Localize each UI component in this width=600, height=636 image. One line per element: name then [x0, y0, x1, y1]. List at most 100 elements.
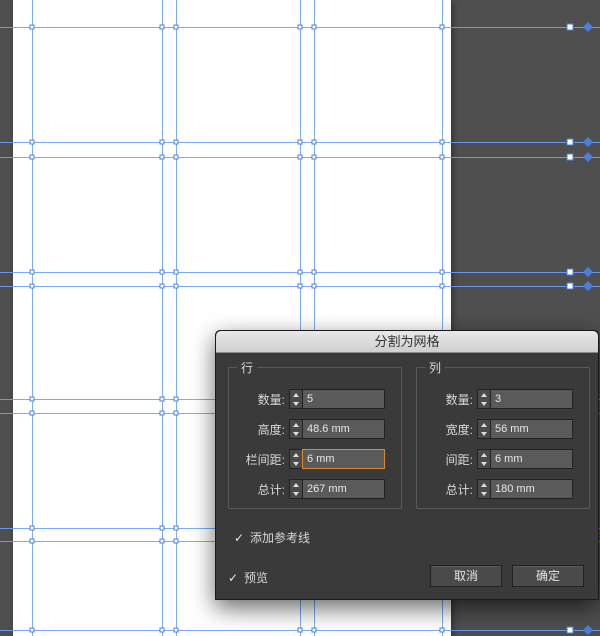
rows-count-stepper[interactable]	[289, 389, 303, 409]
rows-gap-input[interactable]	[302, 449, 385, 469]
stepper-down-icon[interactable]	[290, 429, 302, 438]
anchor-point[interactable]	[298, 140, 303, 145]
stepper-down-icon[interactable]	[290, 489, 302, 498]
stepper-down-icon[interactable]	[290, 399, 302, 408]
anchor-point[interactable]	[440, 140, 445, 145]
anchor-point[interactable]	[312, 284, 317, 289]
anchor-point[interactable]	[312, 25, 317, 30]
anchor-point[interactable]	[298, 284, 303, 289]
rows-total-input[interactable]	[303, 479, 385, 499]
cancel-button[interactable]: 取消	[430, 565, 502, 587]
rows-height-input[interactable]	[303, 419, 385, 439]
selection-handle[interactable]	[567, 24, 574, 31]
stepper-up-icon[interactable]	[290, 480, 302, 489]
cols-total-input[interactable]	[491, 479, 573, 499]
rows-total-stepper[interactable]	[289, 479, 303, 499]
anchor-point[interactable]	[160, 25, 165, 30]
stepper-up-icon[interactable]	[478, 480, 490, 489]
anchor-point[interactable]	[312, 270, 317, 275]
anchor-point[interactable]	[298, 25, 303, 30]
anchor-point[interactable]	[298, 270, 303, 275]
rows-height-row: 高度:	[237, 416, 393, 442]
stepper-up-icon[interactable]	[478, 390, 490, 399]
anchor-point[interactable]	[160, 140, 165, 145]
stepper-down-icon[interactable]	[478, 429, 490, 438]
cols-width-stepper[interactable]	[477, 419, 491, 439]
cols-legend: 列	[425, 359, 445, 376]
selection-handle[interactable]	[567, 269, 574, 276]
cols-count-input[interactable]	[491, 389, 573, 409]
anchor-point[interactable]	[174, 284, 179, 289]
stepper-up-icon[interactable]	[290, 420, 302, 429]
anchor-point[interactable]	[30, 155, 35, 160]
stepper-down-icon[interactable]	[478, 489, 490, 498]
guide-endpoint-icon[interactable]	[583, 152, 593, 162]
guide-endpoint-icon[interactable]	[583, 625, 593, 635]
anchor-point[interactable]	[160, 270, 165, 275]
anchor-point[interactable]	[174, 25, 179, 30]
anchor-point[interactable]	[440, 284, 445, 289]
cols-gap-input[interactable]	[491, 449, 573, 469]
guide-endpoint-icon[interactable]	[583, 267, 593, 277]
anchor-point[interactable]	[312, 628, 317, 633]
selection-handle[interactable]	[567, 283, 574, 290]
rows-height-stepper[interactable]	[289, 419, 303, 439]
anchor-point[interactable]	[160, 284, 165, 289]
anchor-point[interactable]	[298, 628, 303, 633]
selection-handle[interactable]	[567, 139, 574, 146]
anchor-point[interactable]	[440, 25, 445, 30]
anchor-point[interactable]	[160, 397, 165, 402]
anchor-point[interactable]	[174, 155, 179, 160]
cols-gap-stepper[interactable]	[477, 449, 491, 469]
stepper-up-icon[interactable]	[478, 450, 490, 459]
anchor-point[interactable]	[312, 155, 317, 160]
anchor-point[interactable]	[440, 155, 445, 160]
anchor-point[interactable]	[160, 539, 165, 544]
anchor-point[interactable]	[440, 628, 445, 633]
selection-handle[interactable]	[567, 627, 574, 634]
anchor-point[interactable]	[160, 411, 165, 416]
anchor-point[interactable]	[30, 411, 35, 416]
guide-endpoint-icon[interactable]	[583, 137, 593, 147]
stepper-up-icon[interactable]	[290, 450, 302, 459]
anchor-point[interactable]	[174, 140, 179, 145]
anchor-point[interactable]	[174, 411, 179, 416]
anchor-point[interactable]	[30, 397, 35, 402]
rows-gap-stepper[interactable]	[289, 449, 303, 469]
cols-count-row: 数量:	[425, 386, 581, 412]
anchor-point[interactable]	[440, 270, 445, 275]
selection-handle[interactable]	[567, 154, 574, 161]
stepper-down-icon[interactable]	[478, 459, 490, 468]
anchor-point[interactable]	[174, 539, 179, 544]
rows-count-input[interactable]	[303, 389, 385, 409]
anchor-point[interactable]	[30, 284, 35, 289]
anchor-point[interactable]	[30, 539, 35, 544]
rows-count-row: 数量:	[237, 386, 393, 412]
anchor-point[interactable]	[312, 140, 317, 145]
anchor-point[interactable]	[160, 155, 165, 160]
stepper-down-icon[interactable]	[290, 459, 302, 468]
anchor-point[interactable]	[30, 526, 35, 531]
cols-total-stepper[interactable]	[477, 479, 491, 499]
anchor-point[interactable]	[298, 155, 303, 160]
anchor-point[interactable]	[160, 526, 165, 531]
cols-width-input[interactable]	[491, 419, 573, 439]
anchor-point[interactable]	[174, 270, 179, 275]
cols-count-stepper[interactable]	[477, 389, 491, 409]
anchor-point[interactable]	[174, 397, 179, 402]
anchor-point[interactable]	[30, 140, 35, 145]
stepper-down-icon[interactable]	[478, 399, 490, 408]
stepper-up-icon[interactable]	[478, 420, 490, 429]
guide-endpoint-icon[interactable]	[583, 281, 593, 291]
add-guides-checkbox[interactable]: ✓ 添加参考线	[232, 529, 310, 546]
anchor-point[interactable]	[160, 628, 165, 633]
guide-endpoint-icon[interactable]	[583, 22, 593, 32]
anchor-point[interactable]	[30, 25, 35, 30]
stepper-up-icon[interactable]	[290, 390, 302, 399]
ok-button[interactable]: 确定	[512, 565, 584, 587]
anchor-point[interactable]	[174, 628, 179, 633]
anchor-point[interactable]	[174, 526, 179, 531]
anchor-point[interactable]	[30, 270, 35, 275]
preview-checkbox[interactable]: ✓ 预览	[226, 569, 268, 586]
anchor-point[interactable]	[30, 628, 35, 633]
